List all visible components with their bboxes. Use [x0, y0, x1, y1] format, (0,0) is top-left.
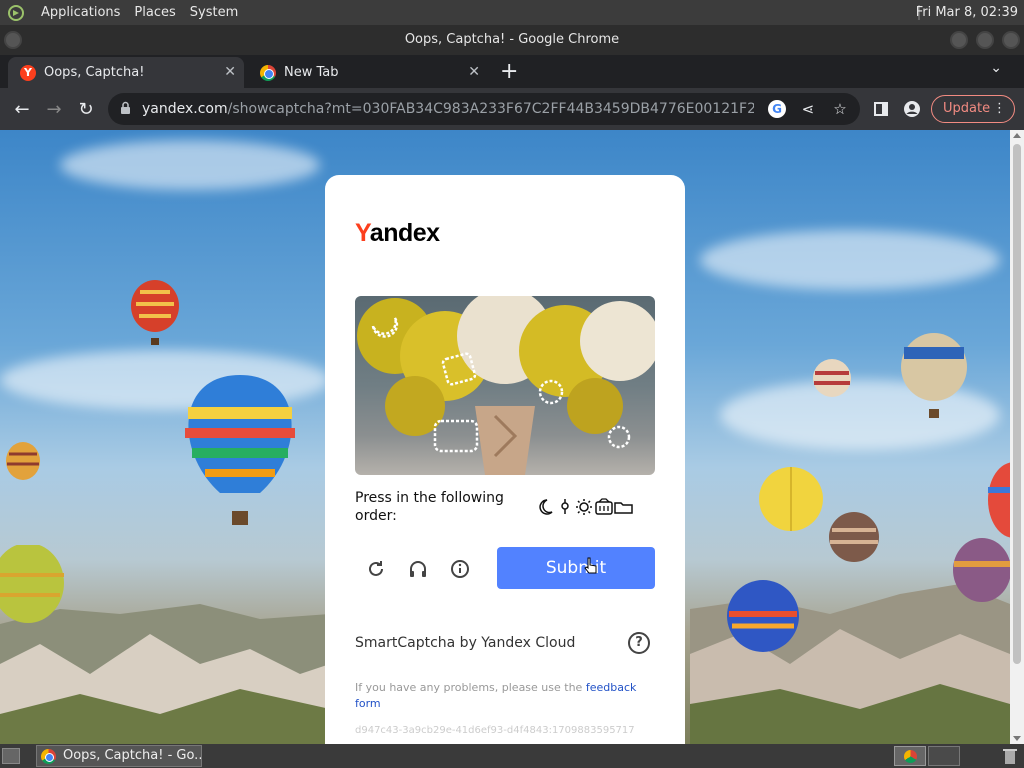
hot-air-balloon	[185, 375, 295, 525]
problems-notice: If you have any problems, please use the…	[355, 680, 655, 712]
logo-letter-y: Y	[355, 219, 370, 247]
show-desktop-icon[interactable]	[2, 748, 20, 764]
submit-button[interactable]: Submit	[497, 547, 655, 589]
back-arrow-icon[interactable]: ←	[11, 98, 33, 120]
captcha-card: Yandex Press in the following order: Sub…	[325, 175, 685, 744]
captcha-image[interactable]	[355, 296, 655, 475]
kebab-menu-icon[interactable]: ⋮	[993, 96, 1006, 122]
trash-icon[interactable]	[1002, 747, 1018, 765]
lock-icon	[121, 101, 130, 114]
tab-label: Oops, Captcha!	[44, 65, 145, 80]
panel-clock[interactable]: Fri Mar 8, 02:39	[916, 0, 1018, 25]
close-icon[interactable]: ✕	[224, 64, 236, 80]
hot-air-balloon	[901, 333, 967, 418]
tab-search-chevron-down-icon[interactable]: ⌄	[990, 60, 1002, 76]
close-icon[interactable]: ✕	[468, 64, 480, 80]
yandex-logo: Yandex	[355, 219, 440, 248]
hot-air-balloon	[0, 545, 64, 623]
url-path: /showcaptcha?mt=030FAB34C983A233F67C2FF4…	[227, 101, 754, 117]
logo-rest: andex	[369, 219, 440, 247]
menu-applications[interactable]: Applications	[34, 0, 127, 25]
maximize-button[interactable]	[976, 31, 994, 49]
hot-air-balloon	[829, 512, 879, 562]
url-text[interactable]: yandex.com/showcaptcha?mt=030FAB34C983A2…	[142, 93, 754, 125]
side-panel-icon[interactable]	[870, 98, 892, 120]
profile-avatar-icon[interactable]	[901, 98, 923, 120]
scroll-down-arrow-icon[interactable]	[1013, 736, 1021, 741]
hot-air-balloon	[6, 442, 40, 480]
share-icon[interactable]: ⋖	[799, 100, 817, 118]
chrome-icon	[41, 749, 56, 764]
update-label: Update	[943, 101, 991, 116]
workspace-2[interactable]	[928, 746, 960, 766]
tab-label: New Tab	[284, 65, 339, 80]
order-hint-icons	[539, 498, 633, 515]
scrollbar-thumb[interactable]	[1013, 144, 1021, 664]
url-domain: yandex.com	[142, 101, 228, 117]
taskbar-window-chrome[interactable]: Oops, Captcha! - Go...	[36, 745, 202, 767]
browser-toolbar: ← → ↻ yandex.com/showcaptcha?mt=030FAB34…	[0, 88, 1024, 130]
close-window-button[interactable]	[1002, 31, 1020, 49]
menu-system[interactable]: System	[183, 0, 245, 25]
tab-strip: Y Oops, Captcha! ✕ New Tab ✕ + ⌄	[0, 55, 1024, 88]
forward-arrow-icon[interactable]: →	[43, 98, 65, 120]
hot-air-balloon	[953, 538, 1010, 602]
page-scrollbar[interactable]	[1010, 130, 1024, 744]
scroll-up-arrow-icon[interactable]	[1013, 133, 1021, 138]
minimize-button[interactable]	[950, 31, 968, 49]
new-tab-plus-icon[interactable]: +	[500, 58, 518, 86]
google-lens-icon[interactable]: G	[768, 100, 786, 118]
yandex-icon: Y	[20, 64, 36, 81]
cloud-decoration	[700, 230, 1000, 290]
reload-icon[interactable]: ↻	[75, 98, 97, 120]
captcha-picture[interactable]	[355, 296, 655, 475]
bookmark-star-icon[interactable]: ☆	[831, 100, 849, 118]
menu-places[interactable]: Places	[127, 0, 182, 25]
hot-air-balloon	[131, 280, 179, 345]
workspace-1[interactable]	[894, 746, 926, 766]
captcha-instruction: Press in the following order:	[355, 490, 504, 524]
window-menu-button[interactable]	[4, 31, 22, 49]
window-title: Oops, Captcha! - Google Chrome	[404, 32, 620, 47]
page-viewport: Yandex Press in the following order: Sub…	[0, 130, 1024, 744]
info-icon[interactable]	[449, 558, 471, 580]
top-panel: Applications Places System Fri Mar 8, 02…	[0, 0, 1024, 25]
task-label: Oops, Captcha! - Go...	[63, 748, 202, 763]
cloud-decoration	[60, 140, 320, 190]
chrome-icon	[260, 64, 276, 81]
hot-air-balloon	[988, 462, 1010, 538]
window-titlebar: Oops, Captcha! - Google Chrome	[0, 25, 1024, 55]
hot-air-balloon	[727, 580, 799, 652]
gnome-logo-icon[interactable]	[6, 3, 26, 23]
refresh-icon[interactable]	[365, 558, 387, 580]
smartcaptcha-label: SmartCaptcha by Yandex Cloud	[355, 635, 576, 651]
chrome-icon	[904, 750, 917, 763]
address-bar[interactable]: yandex.com/showcaptcha?mt=030FAB34C983A2…	[108, 93, 860, 125]
session-id: d947c43-3a9cb29e-41d6ef93-d4f4843:170988…	[355, 725, 635, 736]
update-button[interactable]: Update ⋮	[931, 95, 1015, 123]
hot-air-balloon	[813, 359, 851, 397]
help-question-icon[interactable]: ?	[628, 632, 650, 654]
hot-air-balloon	[759, 467, 823, 531]
audio-headphones-icon[interactable]	[407, 558, 429, 580]
tab-new-tab[interactable]: New Tab ✕	[248, 57, 488, 88]
problems-text: If you have any problems, please use the	[355, 681, 586, 694]
hand-cursor-icon	[584, 557, 597, 574]
tab-oops-captcha[interactable]: Y Oops, Captcha! ✕	[8, 57, 244, 88]
bottom-taskbar: Oops, Captcha! - Go...	[0, 744, 1024, 768]
